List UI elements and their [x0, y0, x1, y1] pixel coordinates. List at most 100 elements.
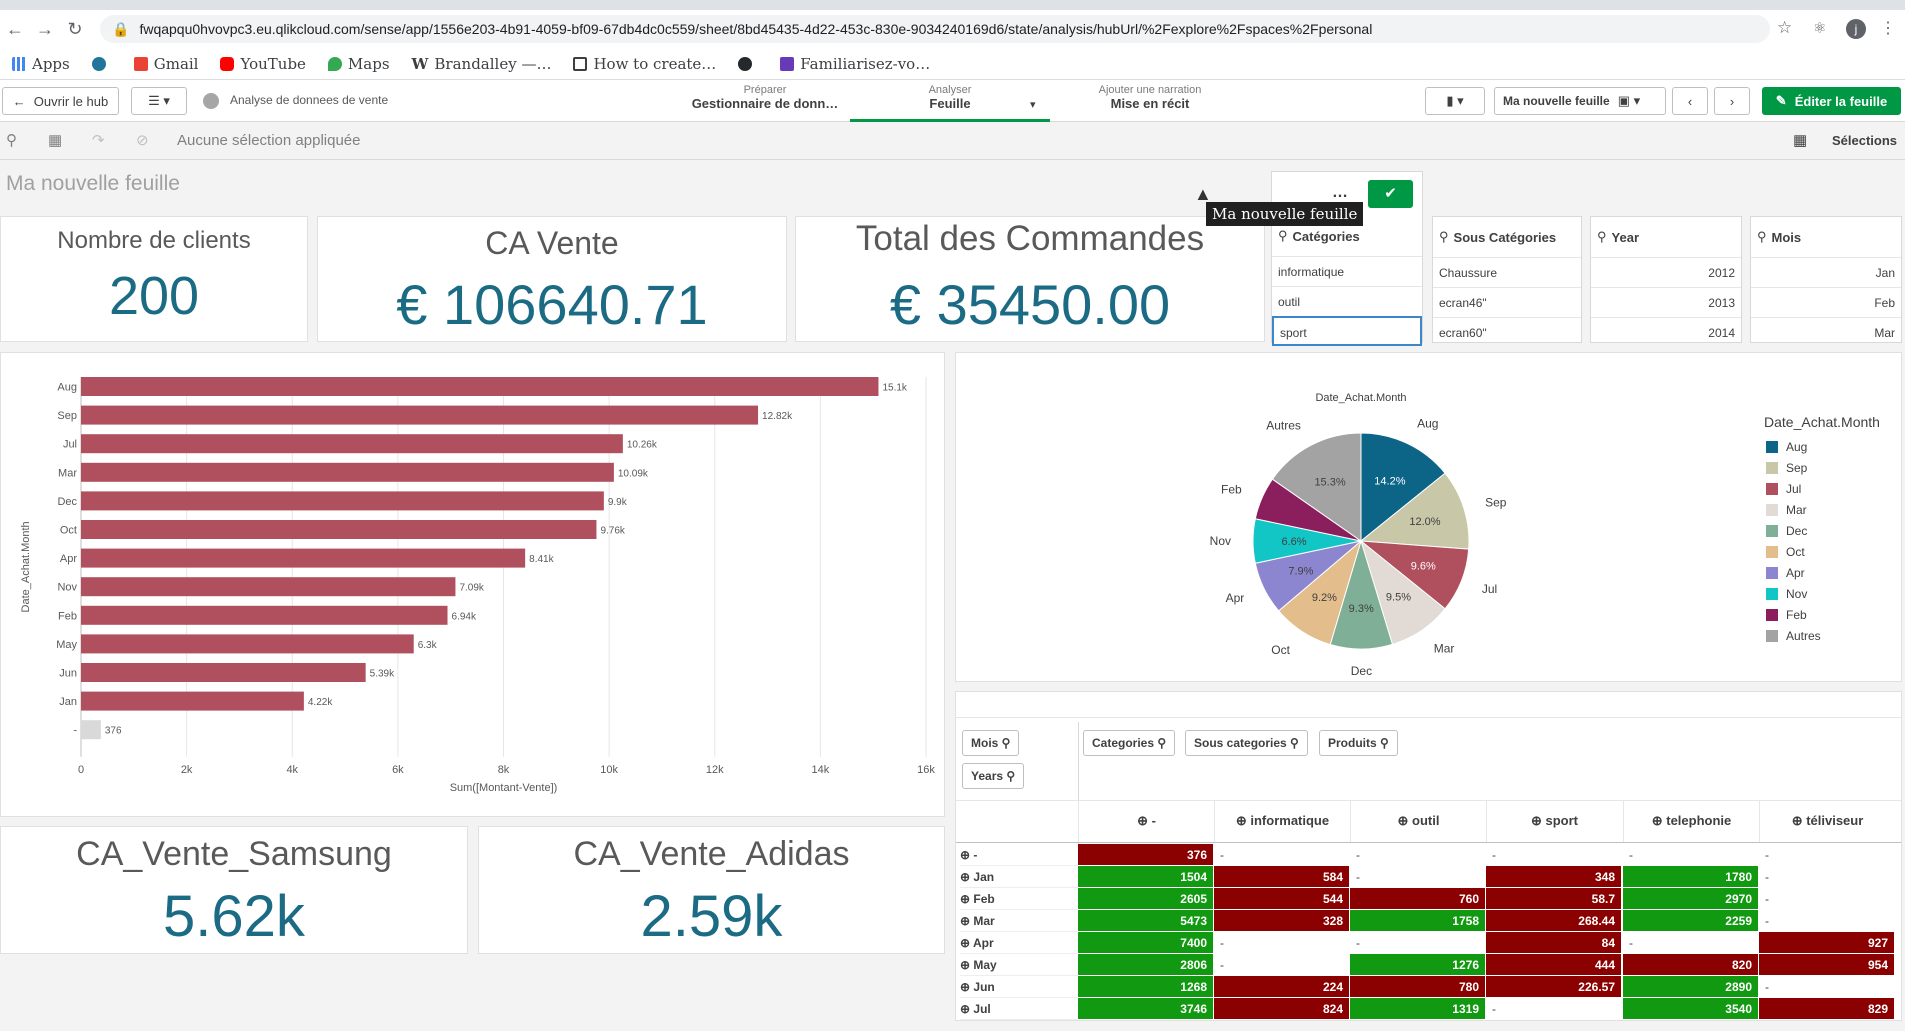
bookmark-github[interactable]	[738, 56, 758, 71]
column-dimension-chip[interactable]: Categories ⚲	[1083, 730, 1176, 756]
pivot-cell: -	[1486, 998, 1622, 1020]
star-icon[interactable]: ☆	[1777, 18, 1792, 38]
row-dimension-chip[interactable]: Mois ⚲	[962, 730, 1020, 756]
column-dimension-chip[interactable]: Produits ⚲	[1319, 730, 1398, 756]
prev-sheet-button[interactable]: ‹	[1672, 87, 1708, 115]
browser-tab-strip	[0, 0, 1905, 10]
filter-item[interactable]: 2012	[1591, 257, 1741, 287]
kpi-value: 200	[108, 266, 200, 326]
column-header[interactable]: ⊕ outil	[1350, 800, 1486, 842]
selections-grid-icon[interactable]: ▦	[1793, 131, 1807, 149]
filter-mois[interactable]: ⚲ Mois Jan Feb Mar	[1750, 216, 1902, 343]
filter-year[interactable]: ⚲ Year 2012 2013 2014	[1590, 216, 1742, 343]
y-tick-label: -	[73, 725, 77, 737]
column-header[interactable]: ⊕ informatique	[1214, 800, 1350, 842]
slice-name-label: Dec	[1351, 664, 1372, 678]
row-header[interactable]: ⊕ Feb	[960, 888, 1078, 910]
filter-item[interactable]: ecran60"	[1433, 317, 1581, 342]
selections-button[interactable]: Sélections	[1832, 133, 1897, 148]
pivot-header-strip	[956, 692, 1901, 718]
pivot-table[interactable]: Mois ⚲ Years ⚲ Categories ⚲ Sous categories…	[955, 691, 1902, 1021]
tab-analyse[interactable]: Analyser Feuille	[850, 84, 1050, 122]
y-tick-label: Jun	[59, 668, 77, 680]
legend-item: Autres	[1786, 629, 1821, 643]
column-header[interactable]: ⊕ -	[1078, 800, 1214, 842]
profile-avatar[interactable]: j	[1846, 19, 1866, 39]
filter-item[interactable]: 2014	[1591, 317, 1741, 342]
reload-icon[interactable]: ↻	[60, 19, 90, 40]
slice-name-label: Feb	[1221, 482, 1242, 496]
filter-item[interactable]: 2013	[1591, 287, 1741, 317]
legend-swatch	[1766, 588, 1778, 600]
column-header[interactable]: ⊕ sport	[1486, 800, 1622, 842]
row-header[interactable]: ⊕ Apr	[960, 932, 1078, 954]
x-tick-label: 0	[78, 764, 84, 776]
pivot-cell: 780	[1350, 976, 1486, 998]
smart-search-icon[interactable]: ⚲	[6, 131, 17, 149]
pivot-cell: 328	[1214, 910, 1350, 932]
back-icon[interactable]: ←	[0, 19, 30, 40]
legend-item: Mar	[1786, 503, 1807, 517]
filter-item[interactable]: Feb	[1751, 287, 1901, 317]
chevron-down-icon[interactable]: ▾	[1030, 98, 1036, 111]
bookmark-button[interactable]: ▮ ▾	[1425, 87, 1485, 115]
bookmark-apps[interactable]: Apps	[12, 55, 70, 73]
row-header[interactable]: ⊕ -	[960, 844, 1078, 866]
row-header[interactable]: ⊕ May	[960, 954, 1078, 976]
bookmark-maps[interactable]: Maps	[327, 55, 390, 73]
open-hub-button[interactable]: ← Ouvrir le hub	[2, 87, 119, 115]
row-dimension-chip[interactable]: Years ⚲	[962, 763, 1025, 789]
filter-item[interactable]: sport	[1272, 316, 1422, 346]
kpi-total-commandes[interactable]: Total des Commandes € 35450.00	[795, 216, 1265, 342]
kpi-ca-vente[interactable]: CA Vente € 106640.71	[317, 216, 787, 342]
bookmark-familiarisez[interactable]: Familiarisez-vo…	[780, 55, 930, 73]
step-forward-icon[interactable]: ↷	[92, 131, 105, 149]
bookmark-youtube[interactable]: YouTube	[220, 55, 306, 73]
filter-sous-categories[interactable]: ⚲ Sous Catégories Chaussure ecran46" ecra…	[1432, 216, 1582, 343]
bookmark-brandalley[interactable]: W Brandalley —…	[412, 55, 552, 73]
tab-prepare[interactable]: Préparer Gestionnaire de donn…	[665, 84, 865, 111]
slice-name-label: Aug	[1417, 417, 1438, 431]
filter-item[interactable]: Chaussure	[1433, 257, 1581, 287]
filter-categories[interactable]: … ✔ ⚲ Catégories informatique outil sport	[1271, 171, 1423, 346]
kpi-nombre-clients[interactable]: Nombre de clients 200	[0, 216, 308, 342]
filter-item[interactable]: outil	[1272, 286, 1422, 316]
bookmarks-bar: Apps Gmail YouTube Maps W Brandalley —… H…	[0, 48, 1905, 80]
nav-menu-button[interactable]: ☰ ▾	[131, 87, 187, 115]
pie-chart: Date_Achat.Month 14.2% Aug 12.0% Sep 9.6% Jul 9…	[1210, 392, 1880, 678]
kpi-value: 5.62k	[163, 884, 305, 949]
filter-item[interactable]: ecran46"	[1433, 287, 1581, 317]
lasso-select-icon[interactable]: ▦	[48, 131, 62, 149]
kpi-ca-vente-adidas[interactable]: CA_Vente_Adidas 2.59k	[478, 826, 945, 954]
edit-sheet-button[interactable]: ✎ Éditer la feuille	[1762, 87, 1901, 115]
bookmark-wordpress[interactable]	[91, 56, 112, 71]
tab-narrate[interactable]: Ajouter une narration Mise en récit	[1070, 84, 1230, 111]
sheet-selector[interactable]: Ma nouvelle feuille ▣ ▾	[1494, 87, 1666, 115]
app-name: Analyse de donnees de vente	[230, 93, 389, 107]
menu-icon[interactable]: ⋮	[1880, 18, 1896, 38]
row-header[interactable]: ⊕ Jul	[960, 998, 1078, 1020]
next-sheet-button[interactable]: ›	[1714, 87, 1750, 115]
bookmark-how-to-create[interactable]: How to create…	[573, 55, 716, 73]
pie-chart-card[interactable]: Date_Achat.Month 14.2% Aug 12.0% Sep 9.6% Jul 9…	[955, 352, 1902, 682]
legend-swatch	[1766, 441, 1778, 453]
row-header[interactable]: ⊕ Mar	[960, 910, 1078, 932]
forward-icon[interactable]: →	[30, 19, 60, 40]
column-dimension-chip[interactable]: Sous categories ⚲	[1185, 730, 1308, 756]
confirm-selection-button[interactable]: ✔	[1368, 180, 1413, 208]
kpi-ca-vente-samsung[interactable]: CA_Vente_Samsung 5.62k	[0, 826, 468, 954]
filter-item[interactable]: informatique	[1272, 256, 1422, 286]
sheet-title: Ma nouvelle feuille	[6, 172, 180, 195]
row-header[interactable]: ⊕ Jun	[960, 976, 1078, 998]
filter-item[interactable]: Jan	[1751, 257, 1901, 287]
bar-chart-card[interactable]: 0 2k 4k 6k 8k 10k 12k 14k 16k Aug 15.1k Sep 12.82k Ju…	[0, 352, 945, 817]
filter-item[interactable]: Mar	[1751, 317, 1901, 342]
clear-selections-icon[interactable]: ⊘	[136, 131, 149, 149]
row-header[interactable]: ⊕ Jan	[960, 866, 1078, 888]
bookmark-gmail[interactable]: Gmail	[133, 55, 198, 73]
extensions-icon[interactable]: ⚛	[1813, 19, 1826, 37]
address-bar[interactable]: 🔒 fwqapqu0hvovpc3.eu.qlikcloud.com/sense…	[100, 15, 1770, 43]
more-options-icon[interactable]: …	[1332, 184, 1348, 202]
column-header[interactable]: ⊕ téliviseur	[1759, 800, 1895, 842]
column-header[interactable]: ⊕ telephonie	[1623, 800, 1759, 842]
